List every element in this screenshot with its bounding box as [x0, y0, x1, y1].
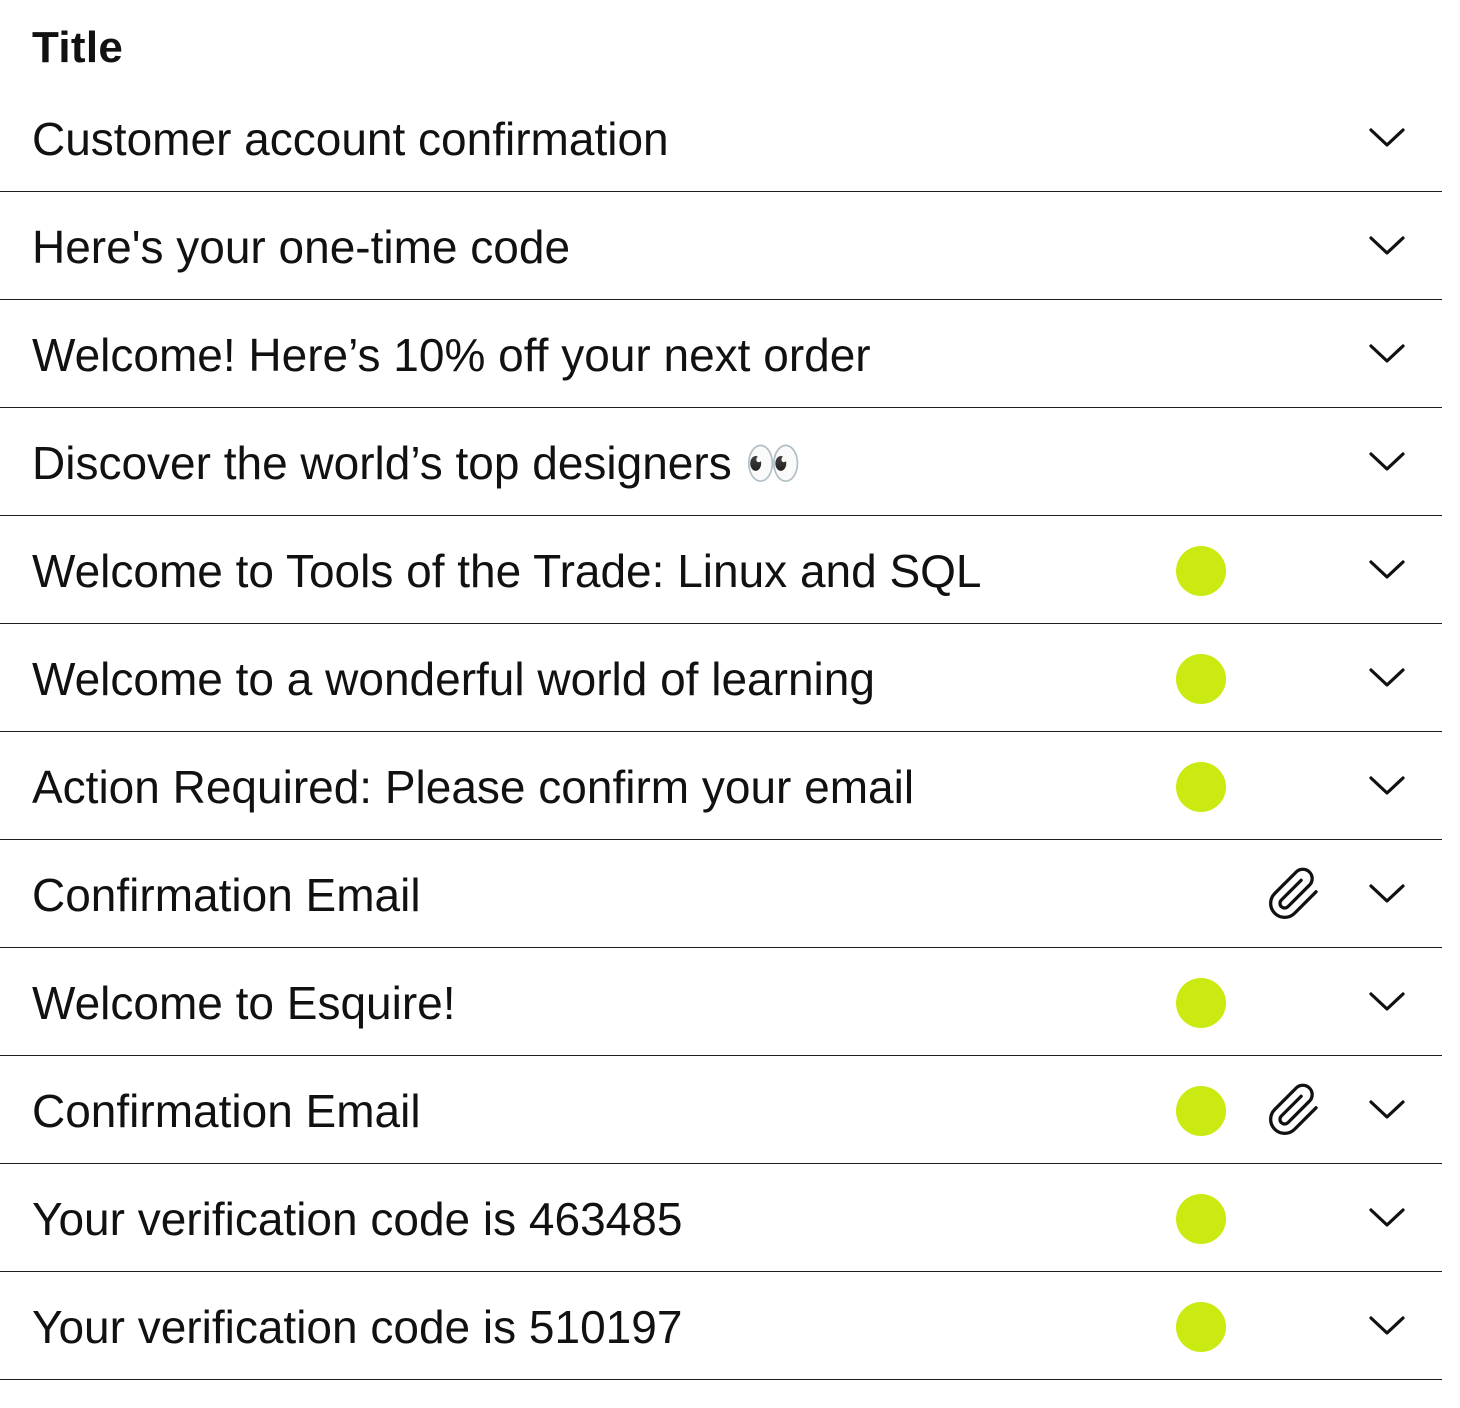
unread-dot-icon [1176, 762, 1226, 812]
chevron-down-icon[interactable] [1366, 338, 1408, 368]
email-title: Your verification code is 463485 [32, 1193, 683, 1245]
email-title: Here's your one-time code [32, 221, 571, 273]
chevron-down-icon[interactable] [1366, 1202, 1408, 1232]
email-row[interactable]: Welcome! Here’s 10% off your next order [0, 300, 1442, 408]
chevron-down-icon[interactable] [1366, 1310, 1408, 1340]
email-title: Action Required: Please confirm your ema… [32, 761, 915, 813]
chevron-down-icon[interactable] [1366, 986, 1408, 1016]
chevron-down-icon[interactable] [1366, 446, 1408, 476]
email-title: Confirmation Email [32, 869, 421, 921]
email-row[interactable]: Here's your one-time code [0, 192, 1442, 300]
email-list: Customer account confirmation Here's you… [0, 84, 1442, 1380]
email-title: Welcome! Here’s 10% off your next order [32, 329, 871, 381]
chevron-down-icon[interactable] [1366, 878, 1408, 908]
email-title: Welcome to Esquire! [32, 977, 456, 1029]
chevron-down-icon[interactable] [1366, 662, 1408, 692]
email-row[interactable]: Confirmation Email [0, 1056, 1442, 1164]
unread-dot-icon [1176, 546, 1226, 596]
unread-dot-icon [1176, 1086, 1226, 1136]
unread-dot-icon [1176, 978, 1226, 1028]
chevron-down-icon[interactable] [1366, 1094, 1408, 1124]
email-row[interactable]: Welcome to Tools of the Trade: Linux and… [0, 516, 1442, 624]
email-title: Welcome to Tools of the Trade: Linux and… [32, 545, 982, 597]
email-title: Welcome to a wonderful world of learning [32, 653, 875, 705]
email-title: Discover the world’s top designers 👀 [32, 437, 802, 489]
paperclip-icon [1269, 867, 1318, 919]
email-title: Customer account confirmation [32, 113, 669, 165]
email-row[interactable]: Your verification code is 463485 [0, 1164, 1442, 1272]
email-row[interactable]: Welcome to Esquire! [0, 948, 1442, 1056]
email-row[interactable]: Welcome to a wonderful world of learning [0, 624, 1442, 732]
email-row[interactable]: Customer account confirmation [0, 84, 1442, 192]
chevron-down-icon[interactable] [1366, 230, 1408, 260]
email-row[interactable]: Discover the world’s top designers 👀 [0, 408, 1442, 516]
email-title: Confirmation Email [32, 1085, 421, 1137]
email-title: Your verification code is 510197 [32, 1301, 683, 1353]
unread-dot-icon [1176, 1302, 1226, 1352]
email-row[interactable]: Confirmation Email [0, 840, 1442, 948]
chevron-down-icon[interactable] [1366, 122, 1408, 152]
unread-dot-icon [1176, 1194, 1226, 1244]
chevron-down-icon[interactable] [1366, 770, 1408, 800]
column-header-title: Title [32, 23, 124, 72]
chevron-down-icon[interactable] [1366, 554, 1408, 584]
unread-dot-icon [1176, 654, 1226, 704]
email-row[interactable]: Action Required: Please confirm your ema… [0, 732, 1442, 840]
email-row[interactable]: Your verification code is 510197 [0, 1272, 1442, 1380]
paperclip-icon [1269, 1083, 1318, 1135]
